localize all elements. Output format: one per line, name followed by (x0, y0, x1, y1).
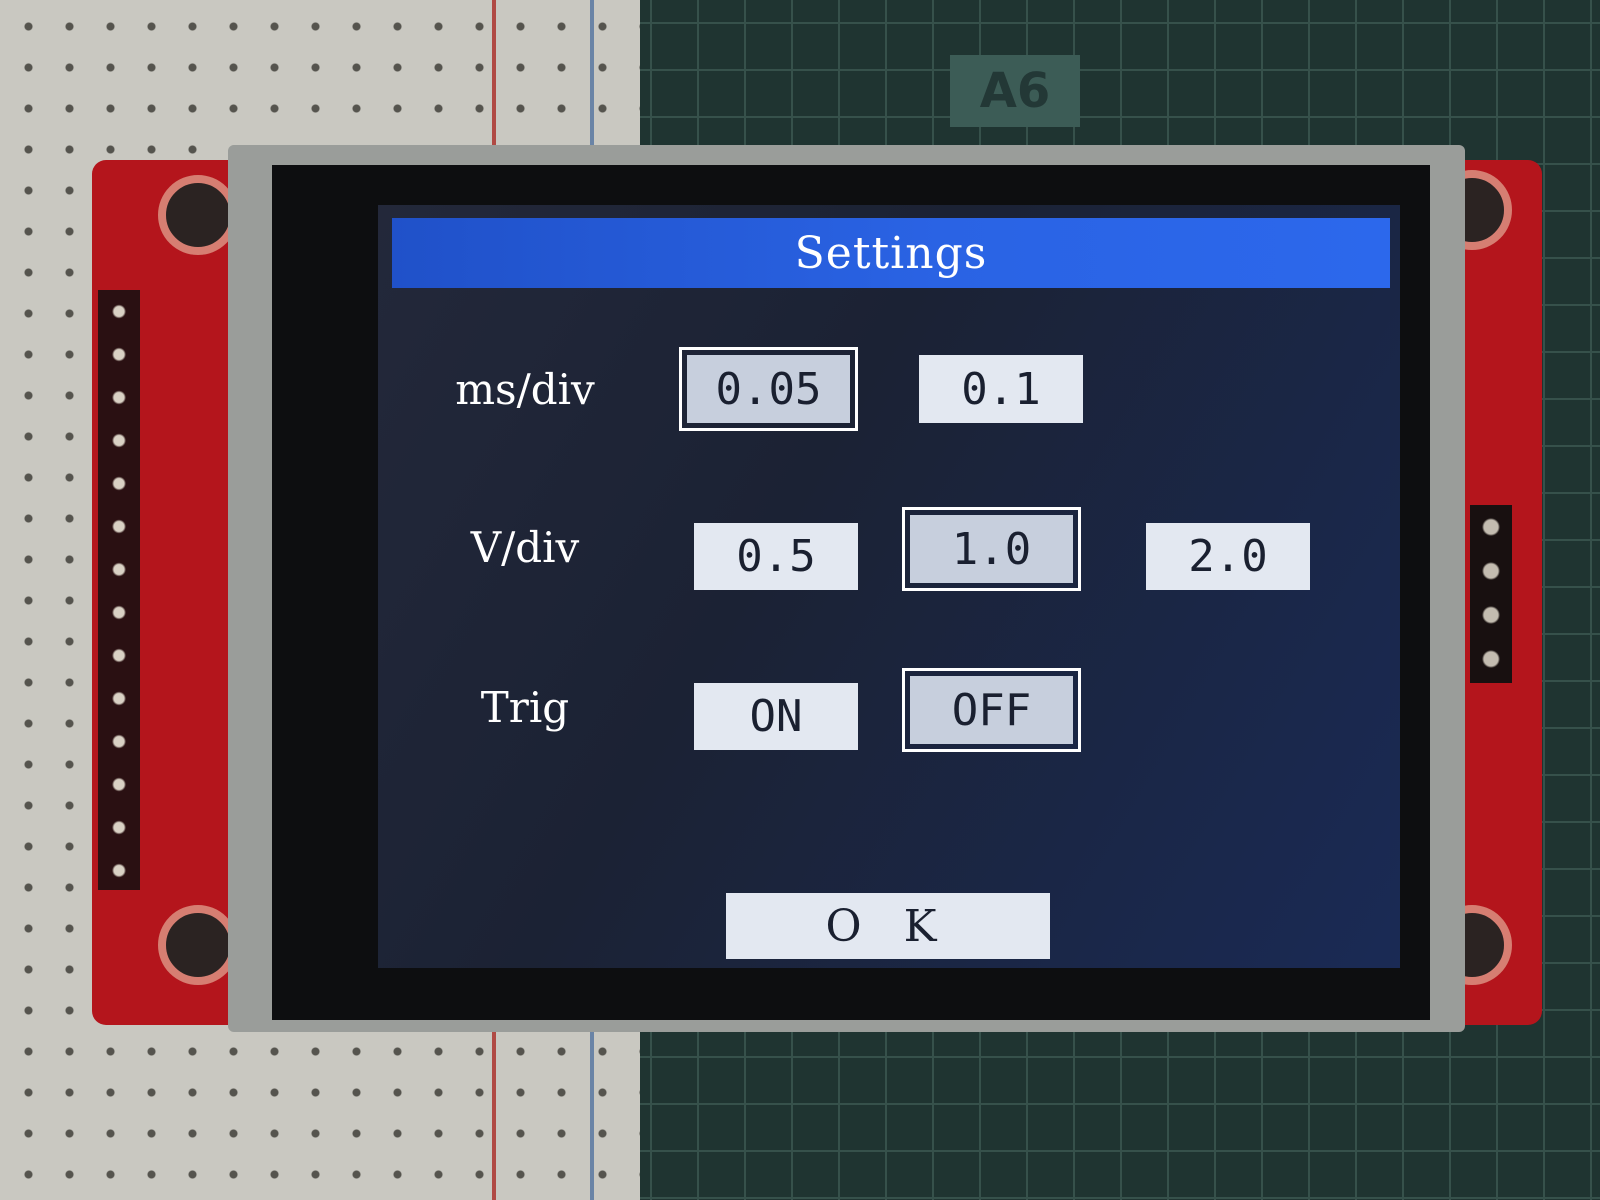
v-div-label: V/div (470, 523, 580, 572)
title-bar: Settings (392, 218, 1390, 288)
ms-div-option-0.1[interactable]: 0.1 (919, 355, 1083, 423)
settings-screen: Settings ms/div 0.05 0.1 V/div 0.5 1.0 2… (378, 205, 1400, 968)
trig-option-on[interactable]: ON (694, 683, 858, 750)
pin-header-right (1470, 505, 1512, 683)
ms-div-label: ms/div (455, 365, 595, 414)
trig-option-off[interactable]: OFF (902, 668, 1081, 752)
trig-label: Trig (480, 683, 570, 732)
mounting-hole (158, 175, 238, 255)
ok-button[interactable]: O K (726, 893, 1050, 959)
v-div-option-0.5[interactable]: 0.5 (694, 523, 858, 590)
v-div-option-1.0[interactable]: 1.0 (902, 507, 1081, 591)
page-title: Settings (794, 227, 988, 279)
v-div-option-2.0[interactable]: 2.0 (1146, 523, 1310, 590)
ms-div-option-0.05[interactable]: 0.05 (679, 347, 858, 431)
pin-header-left (98, 290, 140, 890)
mounting-hole (158, 905, 238, 985)
cutting-mat-label: A6 (950, 55, 1080, 127)
